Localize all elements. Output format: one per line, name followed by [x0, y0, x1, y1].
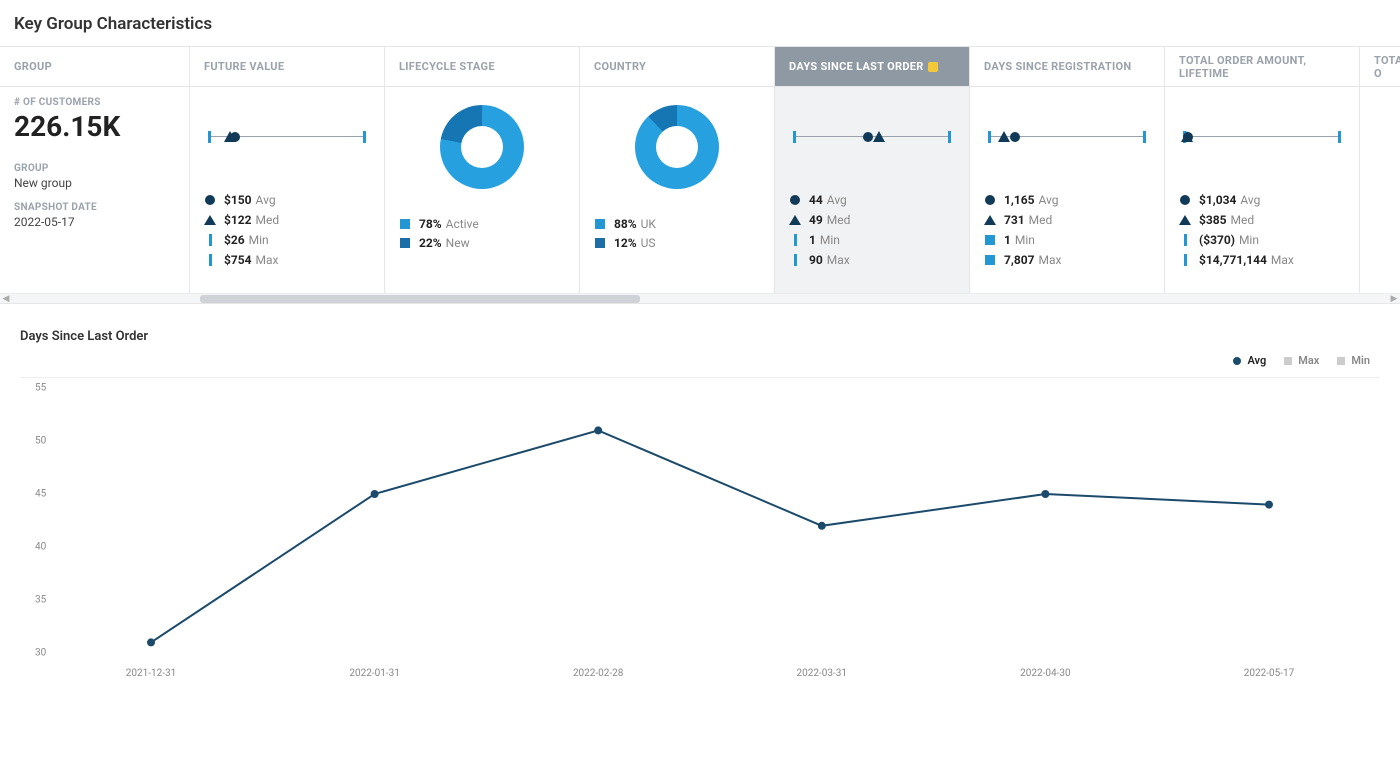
- tick-icon: [209, 234, 212, 246]
- legend-min[interactable]: Min: [1337, 354, 1370, 367]
- stat-max: $754Max: [204, 253, 370, 267]
- chart-legend: Avg Max Min: [20, 354, 1370, 367]
- tick-icon: [209, 254, 212, 266]
- scroll-right-icon[interactable]: ▶: [1388, 294, 1400, 304]
- stat-max: $14,771,144Max: [1179, 253, 1345, 267]
- square-icon: [400, 238, 410, 248]
- card-lifecycle: LIFECYCLE STAGE 78%Active 22%New: [385, 47, 580, 293]
- card-header-days-reg[interactable]: DAYS SINCE REGISTRATION: [970, 47, 1164, 87]
- card-total-order: TOTAL ORDER AMOUNT, LIFETIME $1,034Avg $…: [1165, 47, 1360, 293]
- donut-chart: [440, 105, 524, 189]
- card-header-lifecycle[interactable]: LIFECYCLE STAGE: [385, 47, 579, 87]
- card-days-last-order: DAYS SINCE LAST ORDER 44Avg 49Med 1Min 9…: [775, 47, 970, 293]
- circle-icon: [790, 195, 800, 205]
- tick-icon: [794, 234, 797, 246]
- stat-med: $122Med: [204, 213, 370, 227]
- stat-avg: $150Avg: [204, 193, 370, 207]
- tick-icon: [794, 254, 797, 266]
- tick-icon: [1184, 254, 1187, 266]
- card-header-country[interactable]: COUNTRY: [580, 47, 774, 87]
- card-header-future-value[interactable]: FUTURE VALUE: [190, 47, 384, 87]
- stat-med: $385Med: [1179, 213, 1345, 227]
- flag-icon: [928, 62, 938, 72]
- range-indicator: [793, 131, 951, 143]
- stat-max: 90Max: [789, 253, 955, 267]
- triangle-icon: [204, 215, 216, 225]
- stat-min: 1Min: [984, 233, 1150, 247]
- stat-max: 7,807Max: [984, 253, 1150, 267]
- card-group: GROUP # OF CUSTOMERS 226.15K GROUP New g…: [0, 47, 190, 293]
- group-label: GROUP: [14, 163, 175, 174]
- stat-med: 49Med: [789, 213, 955, 227]
- stat-avg: 1,165Avg: [984, 193, 1150, 207]
- triangle-icon: [984, 215, 996, 225]
- stat-min: $26Min: [204, 233, 370, 247]
- cards-row: GROUP # OF CUSTOMERS 226.15K GROUP New g…: [0, 47, 1400, 293]
- card-country: COUNTRY 88%UK 12%US: [580, 47, 775, 293]
- stat-min: 1Min: [789, 233, 955, 247]
- slice-row: 88%UK: [594, 217, 760, 231]
- count-value: 226.15K: [14, 110, 175, 143]
- card-header-group[interactable]: GROUP: [0, 47, 189, 87]
- cards-panel: GROUP # OF CUSTOMERS 226.15K GROUP New g…: [0, 46, 1400, 304]
- circle-icon: [1180, 195, 1190, 205]
- circle-icon: [205, 195, 215, 205]
- circle-icon: [1233, 357, 1241, 365]
- card-header-days-last-order[interactable]: DAYS SINCE LAST ORDER: [775, 47, 969, 87]
- scroll-left-icon[interactable]: ◀: [0, 294, 12, 304]
- square-icon: [595, 219, 605, 229]
- circle-icon: [985, 195, 995, 205]
- range-indicator: [988, 131, 1146, 143]
- slice-row: 12%US: [594, 236, 760, 250]
- card-future-value: FUTURE VALUE $150Avg $122Med $26Min $754…: [190, 47, 385, 293]
- square-icon: [1284, 357, 1292, 365]
- triangle-icon: [1179, 215, 1191, 225]
- tick-icon: [1184, 234, 1187, 246]
- range-indicator: [1183, 131, 1341, 143]
- page-title: Key Group Characteristics: [0, 0, 1400, 46]
- square-icon: [1337, 357, 1345, 365]
- line-chart: 3035404550552021-12-312022-01-312022-02-…: [20, 377, 1380, 687]
- legend-max[interactable]: Max: [1284, 354, 1319, 367]
- range-indicator: [208, 131, 366, 143]
- slice-row: 22%New: [399, 236, 565, 250]
- square-icon: [985, 235, 995, 245]
- chart-title: Days Since Last Order: [20, 329, 1380, 344]
- snapshot-date: 2022-05-17: [14, 215, 175, 229]
- snapshot-label: SNAPSHOT DATE: [14, 202, 175, 213]
- stat-avg: 44Avg: [789, 193, 955, 207]
- stat-med: 731Med: [984, 213, 1150, 227]
- scroll-thumb[interactable]: [200, 295, 640, 303]
- card-partial: TOTAL O: [1360, 47, 1400, 293]
- card-days-reg: DAYS SINCE REGISTRATION 1,165Avg 731Med …: [970, 47, 1165, 293]
- chart-section: Days Since Last Order Avg Max Min 303540…: [0, 304, 1400, 687]
- donut-chart: [635, 105, 719, 189]
- triangle-icon: [789, 215, 801, 225]
- count-label: # OF CUSTOMERS: [14, 97, 175, 108]
- legend-avg[interactable]: Avg: [1233, 354, 1266, 367]
- stat-avg: $1,034Avg: [1179, 193, 1345, 207]
- horizontal-scrollbar[interactable]: ◀ ▶: [0, 293, 1400, 303]
- square-icon: [400, 219, 410, 229]
- card-header-partial[interactable]: TOTAL O: [1360, 47, 1400, 87]
- group-name: New group: [14, 176, 175, 190]
- card-header-total-order[interactable]: TOTAL ORDER AMOUNT, LIFETIME: [1165, 47, 1359, 87]
- stat-min: ($370)Min: [1179, 233, 1345, 247]
- slice-row: 78%Active: [399, 217, 565, 231]
- square-icon: [595, 238, 605, 248]
- square-icon: [985, 255, 995, 265]
